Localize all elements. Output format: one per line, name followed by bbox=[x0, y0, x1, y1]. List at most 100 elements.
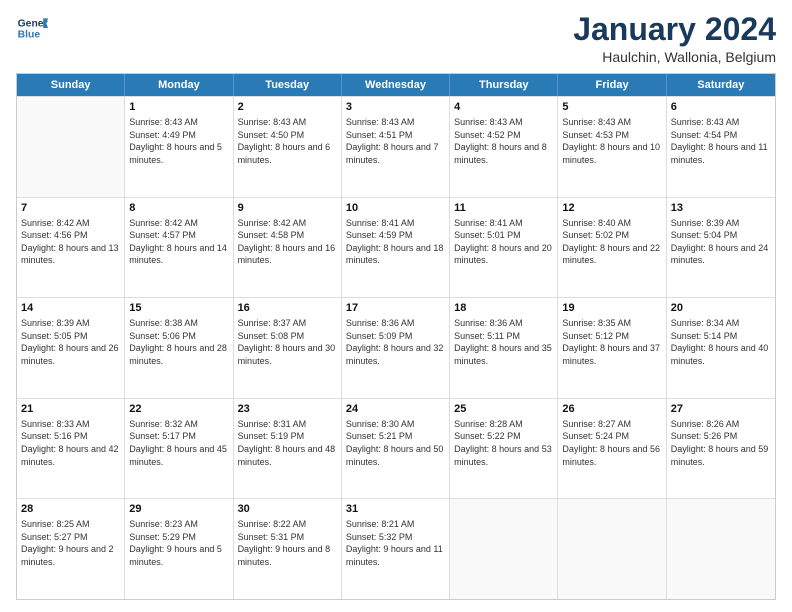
calendar-row: 14Sunrise: 8:39 AM Sunset: 5:05 PM Dayli… bbox=[17, 297, 775, 398]
day-info: Sunrise: 8:23 AM Sunset: 5:29 PM Dayligh… bbox=[129, 518, 228, 568]
day-info: Sunrise: 8:33 AM Sunset: 5:16 PM Dayligh… bbox=[21, 418, 120, 468]
calendar-cell bbox=[17, 97, 125, 197]
day-number: 31 bbox=[346, 502, 445, 517]
calendar: SundayMondayTuesdayWednesdayThursdayFrid… bbox=[16, 73, 776, 600]
day-info: Sunrise: 8:40 AM Sunset: 5:02 PM Dayligh… bbox=[562, 217, 661, 267]
day-number: 25 bbox=[454, 402, 553, 417]
header: General Blue January 2024 Haulchin, Wall… bbox=[16, 12, 776, 65]
calendar-cell: 16Sunrise: 8:37 AM Sunset: 5:08 PM Dayli… bbox=[234, 298, 342, 398]
calendar-cell: 1Sunrise: 8:43 AM Sunset: 4:49 PM Daylig… bbox=[125, 97, 233, 197]
subtitle: Haulchin, Wallonia, Belgium bbox=[573, 49, 776, 65]
day-info: Sunrise: 8:39 AM Sunset: 5:05 PM Dayligh… bbox=[21, 317, 120, 367]
day-info: Sunrise: 8:42 AM Sunset: 4:58 PM Dayligh… bbox=[238, 217, 337, 267]
day-number: 9 bbox=[238, 201, 337, 216]
day-number: 11 bbox=[454, 201, 553, 216]
logo-icon: General Blue bbox=[16, 12, 48, 44]
calendar-cell: 29Sunrise: 8:23 AM Sunset: 5:29 PM Dayli… bbox=[125, 499, 233, 599]
day-info: Sunrise: 8:37 AM Sunset: 5:08 PM Dayligh… bbox=[238, 317, 337, 367]
calendar-cell: 10Sunrise: 8:41 AM Sunset: 4:59 PM Dayli… bbox=[342, 198, 450, 298]
day-number: 8 bbox=[129, 201, 228, 216]
calendar-row: 28Sunrise: 8:25 AM Sunset: 5:27 PM Dayli… bbox=[17, 498, 775, 599]
day-info: Sunrise: 8:41 AM Sunset: 4:59 PM Dayligh… bbox=[346, 217, 445, 267]
calendar-cell: 27Sunrise: 8:26 AM Sunset: 5:26 PM Dayli… bbox=[667, 399, 775, 499]
day-info: Sunrise: 8:34 AM Sunset: 5:14 PM Dayligh… bbox=[671, 317, 771, 367]
calendar-cell: 5Sunrise: 8:43 AM Sunset: 4:53 PM Daylig… bbox=[558, 97, 666, 197]
day-info: Sunrise: 8:39 AM Sunset: 5:04 PM Dayligh… bbox=[671, 217, 771, 267]
day-info: Sunrise: 8:42 AM Sunset: 4:57 PM Dayligh… bbox=[129, 217, 228, 267]
calendar-cell bbox=[450, 499, 558, 599]
day-number: 10 bbox=[346, 201, 445, 216]
calendar-row: 1Sunrise: 8:43 AM Sunset: 4:49 PM Daylig… bbox=[17, 96, 775, 197]
day-number: 19 bbox=[562, 301, 661, 316]
day-info: Sunrise: 8:36 AM Sunset: 5:09 PM Dayligh… bbox=[346, 317, 445, 367]
day-number: 17 bbox=[346, 301, 445, 316]
weekday-header: Wednesday bbox=[342, 74, 450, 96]
day-info: Sunrise: 8:22 AM Sunset: 5:31 PM Dayligh… bbox=[238, 518, 337, 568]
weekday-header: Saturday bbox=[667, 74, 775, 96]
day-info: Sunrise: 8:30 AM Sunset: 5:21 PM Dayligh… bbox=[346, 418, 445, 468]
day-number: 28 bbox=[21, 502, 120, 517]
day-info: Sunrise: 8:43 AM Sunset: 4:53 PM Dayligh… bbox=[562, 116, 661, 166]
calendar-cell: 9Sunrise: 8:42 AM Sunset: 4:58 PM Daylig… bbox=[234, 198, 342, 298]
calendar-cell: 30Sunrise: 8:22 AM Sunset: 5:31 PM Dayli… bbox=[234, 499, 342, 599]
day-number: 30 bbox=[238, 502, 337, 517]
day-number: 4 bbox=[454, 100, 553, 115]
day-info: Sunrise: 8:26 AM Sunset: 5:26 PM Dayligh… bbox=[671, 418, 771, 468]
day-number: 7 bbox=[21, 201, 120, 216]
calendar-cell: 31Sunrise: 8:21 AM Sunset: 5:32 PM Dayli… bbox=[342, 499, 450, 599]
day-info: Sunrise: 8:25 AM Sunset: 5:27 PM Dayligh… bbox=[21, 518, 120, 568]
day-info: Sunrise: 8:21 AM Sunset: 5:32 PM Dayligh… bbox=[346, 518, 445, 568]
day-info: Sunrise: 8:31 AM Sunset: 5:19 PM Dayligh… bbox=[238, 418, 337, 468]
weekday-header: Tuesday bbox=[234, 74, 342, 96]
day-info: Sunrise: 8:43 AM Sunset: 4:49 PM Dayligh… bbox=[129, 116, 228, 166]
day-number: 13 bbox=[671, 201, 771, 216]
calendar-cell: 11Sunrise: 8:41 AM Sunset: 5:01 PM Dayli… bbox=[450, 198, 558, 298]
calendar-cell: 2Sunrise: 8:43 AM Sunset: 4:50 PM Daylig… bbox=[234, 97, 342, 197]
day-number: 26 bbox=[562, 402, 661, 417]
day-info: Sunrise: 8:32 AM Sunset: 5:17 PM Dayligh… bbox=[129, 418, 228, 468]
day-number: 24 bbox=[346, 402, 445, 417]
day-number: 22 bbox=[129, 402, 228, 417]
day-number: 15 bbox=[129, 301, 228, 316]
calendar-cell: 24Sunrise: 8:30 AM Sunset: 5:21 PM Dayli… bbox=[342, 399, 450, 499]
calendar-cell: 13Sunrise: 8:39 AM Sunset: 5:04 PM Dayli… bbox=[667, 198, 775, 298]
day-info: Sunrise: 8:35 AM Sunset: 5:12 PM Dayligh… bbox=[562, 317, 661, 367]
day-number: 20 bbox=[671, 301, 771, 316]
calendar-header: SundayMondayTuesdayWednesdayThursdayFrid… bbox=[17, 74, 775, 96]
calendar-cell: 7Sunrise: 8:42 AM Sunset: 4:56 PM Daylig… bbox=[17, 198, 125, 298]
calendar-cell: 22Sunrise: 8:32 AM Sunset: 5:17 PM Dayli… bbox=[125, 399, 233, 499]
day-number: 29 bbox=[129, 502, 228, 517]
day-number: 27 bbox=[671, 402, 771, 417]
day-number: 2 bbox=[238, 100, 337, 115]
calendar-cell: 14Sunrise: 8:39 AM Sunset: 5:05 PM Dayli… bbox=[17, 298, 125, 398]
day-info: Sunrise: 8:36 AM Sunset: 5:11 PM Dayligh… bbox=[454, 317, 553, 367]
day-info: Sunrise: 8:43 AM Sunset: 4:50 PM Dayligh… bbox=[238, 116, 337, 166]
day-info: Sunrise: 8:28 AM Sunset: 5:22 PM Dayligh… bbox=[454, 418, 553, 468]
day-number: 6 bbox=[671, 100, 771, 115]
day-number: 21 bbox=[21, 402, 120, 417]
calendar-cell: 12Sunrise: 8:40 AM Sunset: 5:02 PM Dayli… bbox=[558, 198, 666, 298]
calendar-cell: 18Sunrise: 8:36 AM Sunset: 5:11 PM Dayli… bbox=[450, 298, 558, 398]
calendar-cell: 19Sunrise: 8:35 AM Sunset: 5:12 PM Dayli… bbox=[558, 298, 666, 398]
day-number: 23 bbox=[238, 402, 337, 417]
day-info: Sunrise: 8:42 AM Sunset: 4:56 PM Dayligh… bbox=[21, 217, 120, 267]
day-info: Sunrise: 8:38 AM Sunset: 5:06 PM Dayligh… bbox=[129, 317, 228, 367]
day-number: 1 bbox=[129, 100, 228, 115]
day-info: Sunrise: 8:27 AM Sunset: 5:24 PM Dayligh… bbox=[562, 418, 661, 468]
calendar-cell bbox=[558, 499, 666, 599]
day-info: Sunrise: 8:41 AM Sunset: 5:01 PM Dayligh… bbox=[454, 217, 553, 267]
day-number: 12 bbox=[562, 201, 661, 216]
calendar-row: 21Sunrise: 8:33 AM Sunset: 5:16 PM Dayli… bbox=[17, 398, 775, 499]
weekday-header: Friday bbox=[558, 74, 666, 96]
calendar-cell: 4Sunrise: 8:43 AM Sunset: 4:52 PM Daylig… bbox=[450, 97, 558, 197]
calendar-cell: 26Sunrise: 8:27 AM Sunset: 5:24 PM Dayli… bbox=[558, 399, 666, 499]
main-title: January 2024 bbox=[573, 12, 776, 47]
day-info: Sunrise: 8:43 AM Sunset: 4:52 PM Dayligh… bbox=[454, 116, 553, 166]
calendar-cell: 25Sunrise: 8:28 AM Sunset: 5:22 PM Dayli… bbox=[450, 399, 558, 499]
calendar-cell: 15Sunrise: 8:38 AM Sunset: 5:06 PM Dayli… bbox=[125, 298, 233, 398]
day-info: Sunrise: 8:43 AM Sunset: 4:54 PM Dayligh… bbox=[671, 116, 771, 166]
calendar-cell: 21Sunrise: 8:33 AM Sunset: 5:16 PM Dayli… bbox=[17, 399, 125, 499]
weekday-header: Thursday bbox=[450, 74, 558, 96]
calendar-cell: 3Sunrise: 8:43 AM Sunset: 4:51 PM Daylig… bbox=[342, 97, 450, 197]
day-number: 14 bbox=[21, 301, 120, 316]
